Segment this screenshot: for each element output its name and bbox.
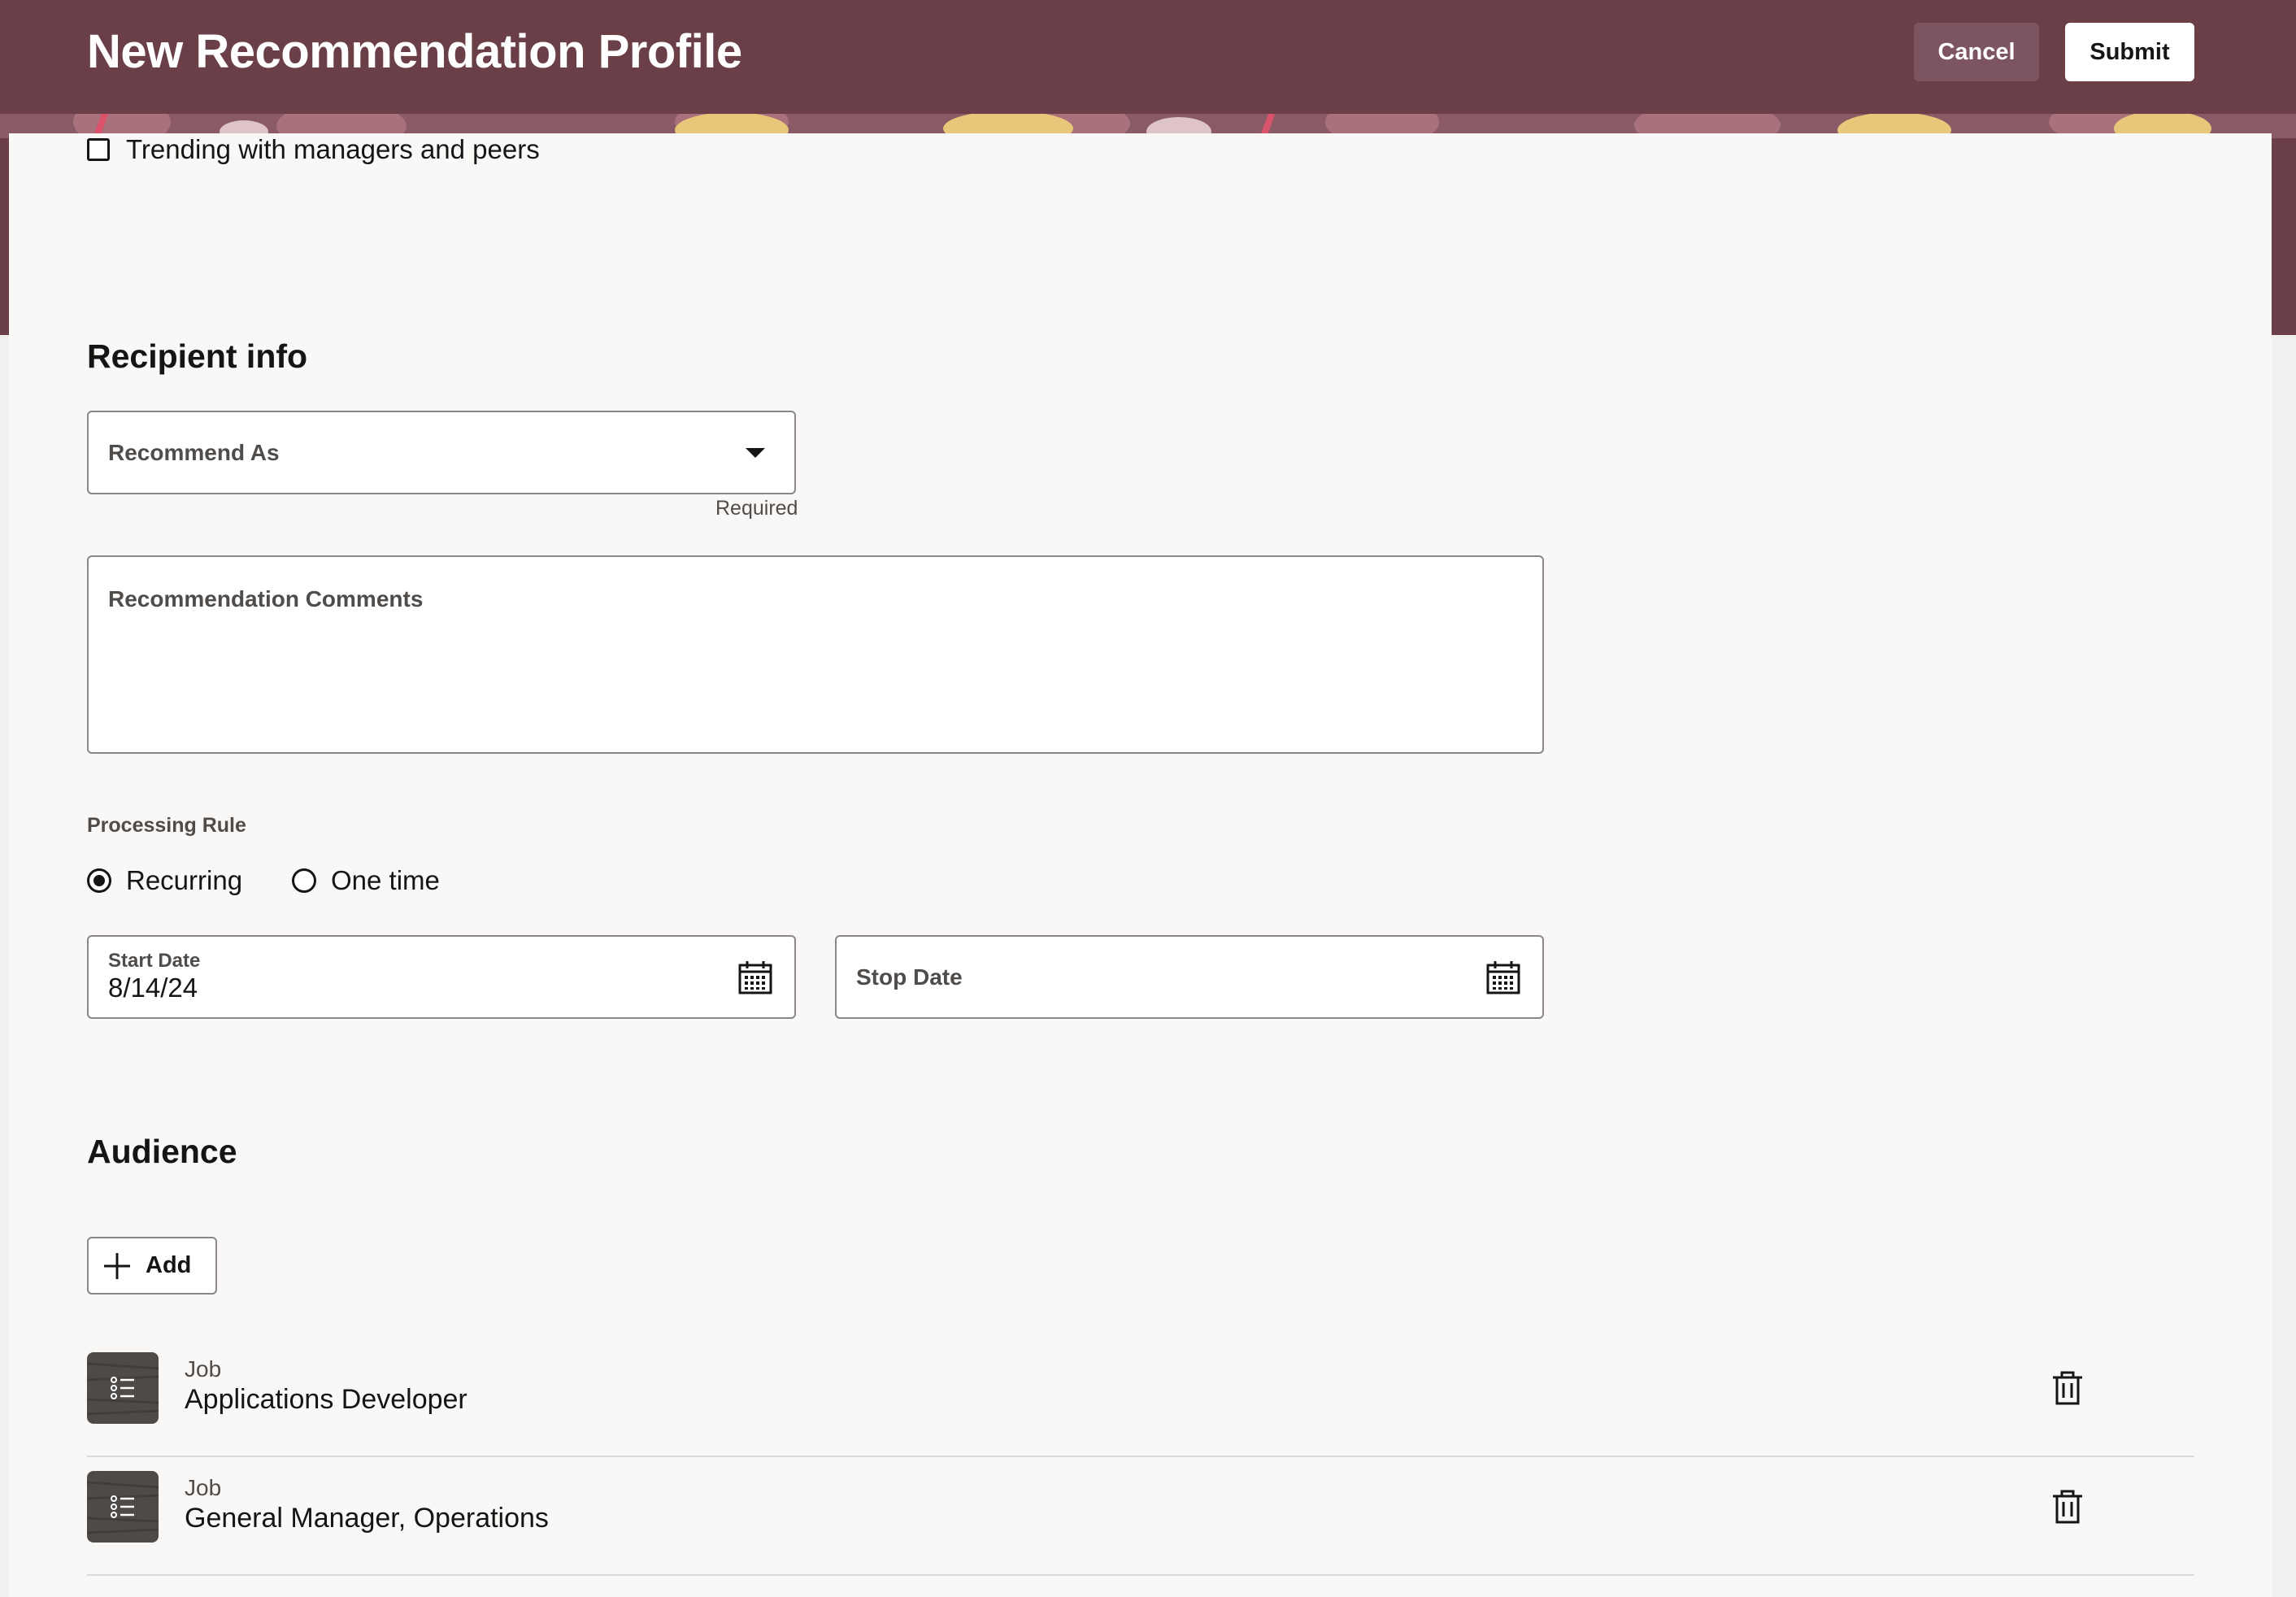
page-background-edge [2272,335,2296,1584]
page-title: New Recommendation Profile [87,25,742,78]
one-time-radio-button[interactable] [292,868,316,893]
recurring-radio-button[interactable] [87,868,111,893]
audience-item-type: Job [185,1356,222,1382]
recommendation-comments-textarea[interactable]: Recommendation Comments [87,555,1544,754]
stop-date-field[interactable]: Stop Date [835,935,1544,1019]
one-time-radio-label: One time [331,865,440,895]
audience-item-name: Applications Developer [185,1384,467,1415]
trending-checkbox-label: Trending with managers and peers [126,134,540,164]
stop-date-label: Stop Date [856,964,963,990]
audience-list-item: Job General Manager, Operations [87,1457,2194,1576]
recipient-info-heading: Recipient info [87,337,308,375]
calendar-icon[interactable] [737,960,773,995]
page-header: New Recommendation Profile Cancel Submit [0,0,2296,114]
chevron-down-icon[interactable] [746,448,765,458]
start-date-label: Start Date [108,950,201,972]
list-icon [87,1362,159,1416]
add-audience-button[interactable]: Add [87,1237,217,1295]
recommend-as-required-text: Required [715,497,798,520]
trash-icon[interactable] [2051,1490,2084,1524]
trending-checkbox-row[interactable]: Trending with managers and peers [87,133,540,166]
audience-heading: Audience [87,1133,237,1170]
job-thumbnail [87,1471,159,1543]
cancel-button[interactable]: Cancel [1914,23,2039,81]
job-thumbnail [87,1352,159,1424]
recommendation-comments-label: Recommendation Comments [108,586,424,611]
add-button-label: Add [146,1252,192,1278]
calendar-icon[interactable] [1485,960,1521,995]
audience-item-type: Job [185,1475,222,1500]
processing-rule-label: Processing Rule [87,814,246,837]
plus-icon [104,1252,130,1279]
start-date-value: 8/14/24 [108,973,198,1003]
radio-recurring[interactable]: Recurring [87,865,242,896]
submit-button[interactable]: Submit [2065,23,2194,81]
trash-icon[interactable] [2051,1371,2084,1405]
recommend-as-select[interactable]: Recommend As [87,411,796,494]
start-date-field[interactable]: Start Date 8/14/24 [87,935,796,1019]
audience-item-name: General Manager, Operations [185,1503,549,1534]
recommend-as-label: Recommend As [108,440,280,465]
radio-one-time[interactable]: One time [292,865,440,896]
audience-list-item: Job Applications Developer [87,1338,2194,1457]
list-icon [87,1481,159,1534]
trending-checkbox[interactable] [87,138,110,161]
recurring-radio-label: Recurring [126,865,243,895]
